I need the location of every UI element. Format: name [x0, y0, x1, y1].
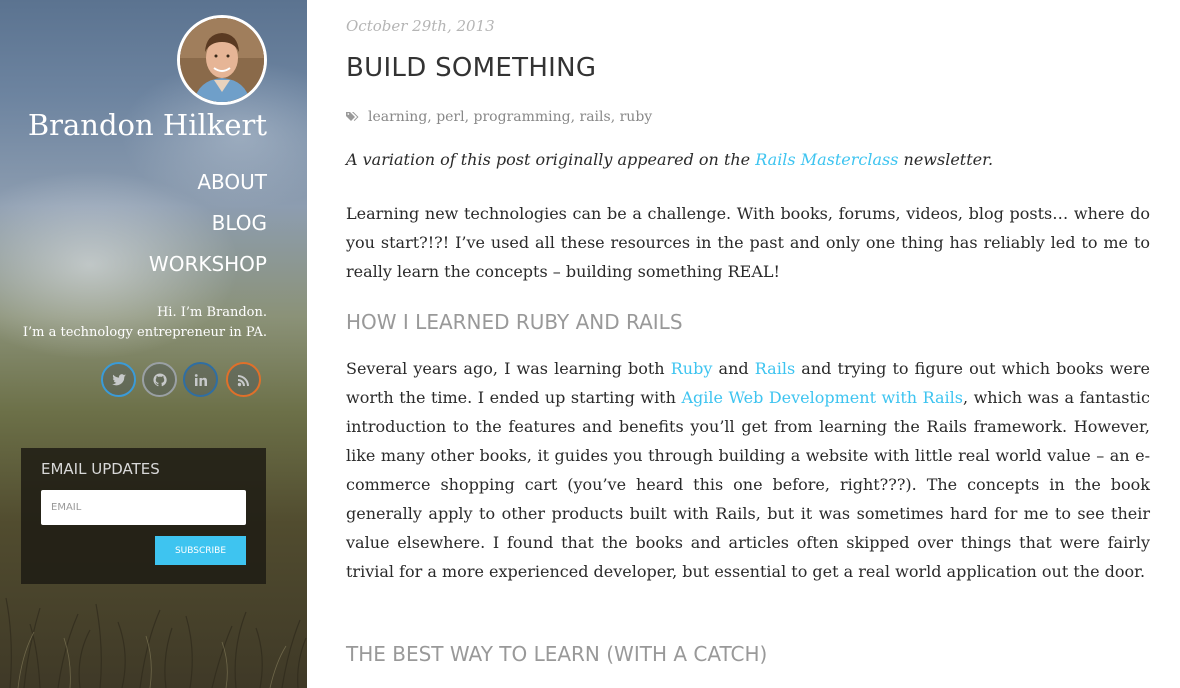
github-icon: [152, 372, 167, 386]
rails-masterclass-link[interactable]: Rails Masterclass: [755, 150, 898, 169]
tag-link[interactable]: perl: [436, 109, 464, 125]
avatar[interactable]: [177, 15, 267, 105]
post-date: October 29th, 2013: [346, 17, 495, 35]
intro-text: A variation of this post originally appe…: [346, 150, 756, 169]
section-heading: HOW I LEARNED RUBY AND RAILS: [346, 310, 683, 334]
tag-separator: ,: [464, 109, 474, 125]
tag-link[interactable]: learning: [368, 109, 427, 125]
post-title: BUILD SOMETHING: [346, 53, 597, 83]
tag-link[interactable]: rails: [580, 109, 611, 125]
tag-link[interactable]: programming: [474, 109, 571, 125]
bio-description: I’m a technology entrepreneur in PA.: [22, 325, 267, 340]
email-updates-panel: EMAIL UPDATES SUBSCRIBE: [21, 448, 266, 584]
tags-icon: [346, 112, 359, 121]
tag-separator: ,: [610, 109, 620, 125]
linkedin-button[interactable]: [183, 362, 218, 397]
nav-about-link[interactable]: ABOUT: [197, 170, 267, 194]
agile-web-development-link[interactable]: Agile Web Development with Rails: [681, 388, 963, 407]
paragraph-text: Several years ago, I was learning both: [346, 359, 671, 378]
sidebar: Brandon Hilkert ABOUT BLOG WORKSHOP Hi. …: [0, 0, 307, 688]
paragraph-text: , which was a fantastic introduction to …: [346, 388, 1150, 581]
rss-button[interactable]: [226, 362, 261, 397]
ruby-link[interactable]: Ruby: [671, 359, 713, 378]
tag-link[interactable]: ruby: [620, 109, 653, 125]
nav-workshop-link[interactable]: WORKSHOP: [149, 252, 267, 276]
tag-separator: ,: [570, 109, 580, 125]
email-updates-title: EMAIL UPDATES: [41, 460, 160, 478]
subscribe-button[interactable]: SUBSCRIBE: [155, 536, 246, 565]
post-paragraph: Several years ago, I was learning both R…: [346, 354, 1150, 586]
tag-separator: ,: [427, 109, 437, 125]
email-input[interactable]: [41, 490, 246, 525]
nav-blog-link[interactable]: BLOG: [212, 211, 267, 235]
bio-greeting: Hi. I’m Brandon.: [156, 305, 267, 320]
post-intro: A variation of this post originally appe…: [346, 150, 993, 169]
intro-text: newsletter.: [898, 150, 994, 169]
rss-icon: [237, 374, 249, 386]
site-title[interactable]: Brandon Hilkert: [0, 108, 267, 142]
rails-link[interactable]: Rails: [755, 359, 795, 378]
twitter-button[interactable]: [101, 362, 136, 397]
section-heading: THE BEST WAY TO LEARN (WITH A CATCH): [346, 642, 768, 666]
paragraph-text: and: [712, 359, 755, 378]
linkedin-icon: [194, 373, 207, 386]
twitter-icon: [111, 373, 126, 385]
post-paragraph: Learning new technologies can be a chall…: [346, 204, 1150, 281]
github-button[interactable]: [142, 362, 177, 397]
post-tags: learning, perl, programming, rails, ruby: [346, 109, 652, 125]
